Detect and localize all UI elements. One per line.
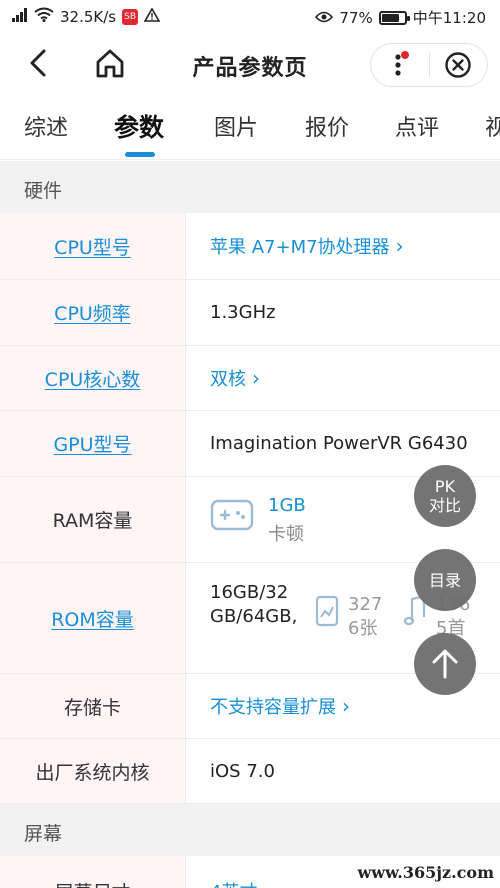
more-button[interactable] <box>371 43 429 87</box>
chevron-right-icon: › <box>395 234 404 258</box>
battery-icon <box>378 10 410 25</box>
wifi-icon <box>34 7 54 26</box>
param-label: RAM容量 <box>0 477 186 562</box>
close-button[interactable] <box>429 43 487 87</box>
param-row-cpu-model: CPU型号 苹果 A7+M7协处理器 › <box>0 213 500 280</box>
param-value[interactable]: 不支持容量扩展 <box>210 693 336 719</box>
param-label[interactable]: CPU型号 <box>54 233 131 260</box>
param-value: iOS 7.0 <box>210 760 275 782</box>
toc-button[interactable]: 目录 <box>414 549 476 611</box>
ram-note: 卡顿 <box>268 524 304 545</box>
eye-icon <box>315 9 334 27</box>
photo-unit: 6张 <box>348 618 378 639</box>
tab-video[interactable]: 视 <box>485 110 500 142</box>
chevron-right-icon: › <box>342 694 350 718</box>
param-value-link[interactable]: 双核 › <box>210 346 500 410</box>
param-label[interactable]: GPU型号 <box>53 430 131 457</box>
param-value[interactable]: 苹果 A7+M7协处理器 <box>210 233 390 259</box>
arrow-up-icon <box>432 649 458 679</box>
mini-program-capsule <box>370 43 488 87</box>
ram-value[interactable]: 1GB <box>268 495 306 516</box>
param-row-os-kernel: 出厂系统内核 iOS 7.0 <box>0 739 500 804</box>
tab-params[interactable]: 参数 <box>114 108 164 144</box>
param-value[interactable]: 双核 <box>210 365 246 391</box>
section-title: 硬件 <box>24 180 63 202</box>
param-value: 1.3GHz <box>210 302 276 323</box>
close-circle-icon <box>445 52 471 78</box>
tab-bar: 综述 参数 图片 报价 点评 视 <box>0 94 500 160</box>
warning-icon <box>143 6 161 26</box>
battery-percent: 77% <box>339 8 373 27</box>
signal-icon <box>12 7 28 26</box>
photo-icon <box>315 595 339 627</box>
param-label[interactable]: CPU频率 <box>54 299 131 326</box>
param-value[interactable]: 4英寸 <box>210 878 257 888</box>
param-row-cpu-cores: CPU核心数 双核 › <box>0 346 500 411</box>
clock: 中午11:20 <box>412 9 486 27</box>
tab-reviews[interactable]: 点评 <box>395 110 439 142</box>
app-badge-icon: SB <box>122 8 139 25</box>
network-speed: 32.5K/s <box>60 7 117 26</box>
status-bar: 32.5K/s SB 77% 中午11:20 <box>0 0 500 34</box>
section-header-screen: 屏幕 <box>0 804 500 856</box>
param-row-cpu-freq: CPU频率 1.3GHz <box>0 280 500 346</box>
param-label[interactable]: ROM容量 <box>51 605 134 632</box>
pk-label: PK <box>434 477 456 496</box>
param-label-link[interactable]: CPU核心数 <box>0 346 186 410</box>
pk-compare-button[interactable]: PK 对比 <box>414 465 476 527</box>
toc-label: 目录 <box>428 570 461 590</box>
active-tab-indicator <box>125 152 155 157</box>
param-label: 屏幕尺寸 <box>0 856 186 888</box>
photo-count: 327 <box>348 594 383 615</box>
compare-label: 对比 <box>428 496 461 515</box>
ram-value-group[interactable]: 1GB 卡顿 <box>210 495 306 546</box>
param-label: 存储卡 <box>0 674 186 738</box>
notification-dot <box>400 51 409 59</box>
param-label-link[interactable]: CPU型号 <box>0 213 186 279</box>
back-to-top-button[interactable] <box>414 633 476 695</box>
battery-fill <box>381 13 399 22</box>
more-vertical-icon <box>395 51 409 76</box>
watermark: www.365jz.com <box>357 863 494 882</box>
section-header-hardware: 硬件 <box>0 161 500 213</box>
tab-overview[interactable]: 综述 <box>24 110 68 142</box>
tab-images[interactable]: 图片 <box>214 110 258 142</box>
top-nav-bar: 产品参数页 <box>0 34 500 94</box>
chevron-right-icon: › <box>252 366 260 390</box>
param-label-link[interactable]: CPU频率 <box>0 280 186 345</box>
param-label-link[interactable]: ROM容量 <box>0 563 186 673</box>
tab-price[interactable]: 报价 <box>305 110 349 142</box>
param-label: 出厂系统内核 <box>0 739 186 803</box>
rom-value: 16GB/32GB/64GB, <box>210 582 298 627</box>
param-row-gpu-model: GPU型号 Imagination PowerVR G6430 <box>0 411 500 477</box>
gamepad-icon <box>210 499 254 531</box>
param-label-link[interactable]: GPU型号 <box>0 411 186 476</box>
photo-count-stat[interactable]: 327 6张 <box>314 593 382 641</box>
section-title: 屏幕 <box>24 823 63 845</box>
param-label[interactable]: CPU核心数 <box>45 365 141 392</box>
param-value-link[interactable]: 苹果 A7+M7协处理器 › <box>210 213 500 279</box>
